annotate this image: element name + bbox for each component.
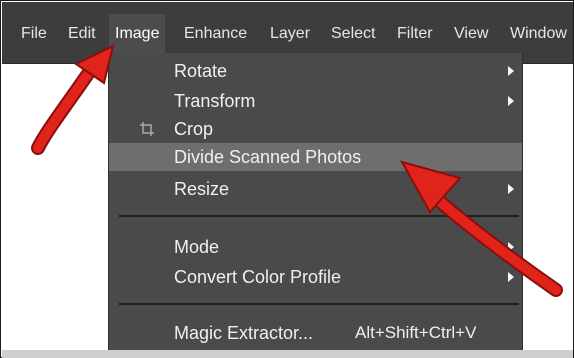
menu-edit[interactable]: Edit [62, 14, 102, 54]
menu-item-label: Mode [174, 237, 220, 257]
menu-item-crop[interactable]: Crop [109, 115, 522, 143]
crop-icon [140, 122, 154, 136]
menu-item-magic-extractor[interactable]: Magic Extractor... Alt+Shift+Ctrl+V [109, 319, 522, 347]
menu-window[interactable]: Window [504, 14, 573, 54]
menu-select[interactable]: Select [325, 14, 381, 54]
bottom-edge [2, 350, 573, 358]
submenu-arrow-icon [508, 242, 514, 252]
menu-item-label: Magic Extractor... [174, 323, 314, 343]
menu-layer[interactable]: Layer [264, 14, 316, 54]
menu-image[interactable]: Image [109, 14, 166, 54]
menu-item-divide-scanned-photos[interactable]: Divide Scanned Photos [109, 143, 522, 171]
submenu-arrow-icon [508, 66, 514, 76]
submenu-arrow-icon [508, 184, 514, 194]
submenu-arrow-icon [508, 96, 514, 106]
menu-item-label: Crop [174, 119, 214, 139]
menu-view[interactable]: View [448, 14, 494, 54]
menu-item-rotate[interactable]: Rotate [109, 57, 522, 85]
screenshot-frame: File Edit Image Enhance Layer Select Fil… [0, 0, 574, 358]
menu-item-label: Transform [174, 91, 256, 111]
menu-item-transform[interactable]: Transform [109, 87, 522, 115]
image-menu-dropdown: Rotate Transform Crop Divide Scanned Pho… [108, 53, 523, 358]
menu-item-label: Divide Scanned Photos [174, 147, 362, 167]
menu-item-shortcut: Alt+Shift+Ctrl+V [355, 323, 477, 342]
submenu-arrow-icon [508, 272, 514, 282]
menu-item-mode[interactable]: Mode [109, 233, 522, 261]
menu-item-label: Rotate [174, 61, 228, 81]
menu-separator [119, 303, 519, 305]
menu-separator [119, 215, 519, 217]
menu-enhance[interactable]: Enhance [178, 14, 253, 54]
menu-item-convert-color-profile[interactable]: Convert Color Profile [109, 263, 522, 291]
menu-item-label: Resize [174, 179, 230, 199]
menu-filter[interactable]: Filter [391, 14, 439, 54]
menu-item-label: Convert Color Profile [174, 267, 342, 287]
menu-item-resize[interactable]: Resize [109, 175, 522, 203]
menu-file[interactable]: File [15, 14, 53, 54]
